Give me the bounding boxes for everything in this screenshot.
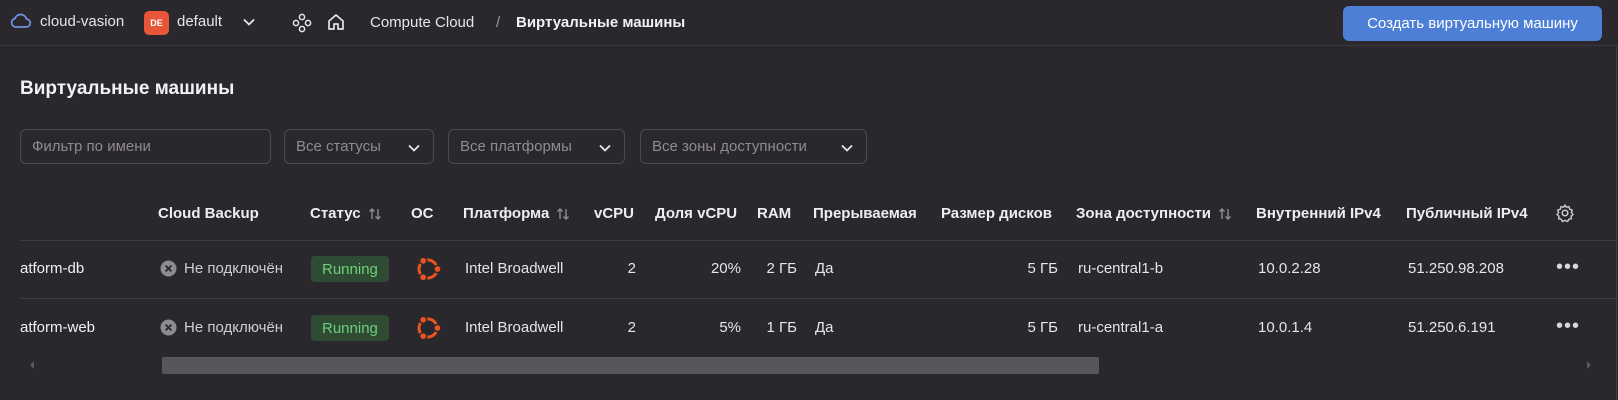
column-header-public-ip: Публичный IPv4 — [1406, 205, 1528, 222]
chevron-down-icon[interactable] — [242, 15, 256, 29]
backup-cell: Не подключён — [160, 319, 283, 336]
row-divider — [20, 298, 1616, 299]
disks-cell: 5 ГБ — [1027, 319, 1058, 336]
zone-filter-select[interactable]: Все зоны доступности — [640, 129, 867, 164]
preemptible-cell: Да — [815, 319, 834, 336]
vcpu-cell: 2 — [627, 319, 636, 336]
ram-cell: 1 ГБ — [766, 319, 797, 336]
column-header-label: Статус — [310, 205, 361, 222]
home-icon[interactable] — [326, 12, 346, 32]
cloud-selector[interactable]: cloud-vasion — [10, 12, 124, 30]
more-actions-button[interactable]: ••• — [1556, 256, 1580, 279]
status-badge: Running — [311, 315, 389, 341]
internal-ip-cell: 10.0.1.4 — [1258, 319, 1313, 336]
backup-status: Не подключён — [184, 319, 284, 336]
sort-icon[interactable] — [1217, 206, 1233, 222]
column-header-internal-ip: Внутренний IPv4 — [1256, 205, 1381, 222]
top-bar: cloud-vasion DE default Compute Cloud / … — [0, 0, 1618, 46]
column-header-preemptible: Прерываемая — [813, 205, 917, 222]
scrollbar-thumb[interactable] — [162, 357, 1099, 374]
column-header-vcpu-share: Доля vCPU — [655, 205, 738, 222]
close-circle-icon — [160, 319, 177, 336]
vcpu-share-cell: 20% — [710, 260, 741, 277]
zone-filter-value: Все зоны доступности — [652, 138, 807, 155]
backup-status: Не подключён — [184, 260, 284, 277]
breadcrumb-separator: / — [496, 14, 501, 31]
scroll-left-icon[interactable] — [28, 360, 36, 370]
column-header-os: ОС — [411, 205, 434, 222]
vcpu-cell: 2 — [627, 260, 636, 277]
column-header-label: Зона доступности — [1076, 205, 1212, 222]
platform-filter-value: Все платформы — [460, 138, 572, 155]
divider — [1616, 46, 1617, 400]
platform-filter-select[interactable]: Все платформы — [448, 129, 625, 164]
name-filter-input[interactable] — [20, 129, 271, 164]
close-circle-icon — [160, 260, 177, 277]
vm-name[interactable]: atform-web — [20, 319, 95, 336]
column-header-status[interactable]: Статус — [310, 205, 383, 222]
public-ip-cell[interactable]: 51.250.6.191 — [1408, 319, 1496, 336]
column-header-disks: Размер дисков — [941, 205, 1052, 222]
vcpu-share-cell: 5% — [719, 319, 741, 336]
breadcrumb-current: Виртуальные машины — [516, 14, 686, 31]
platform-cell: Intel Broadwell — [465, 260, 564, 277]
preemptible-cell: Да — [815, 260, 834, 277]
create-vm-button[interactable]: Создать виртуальную машину — [1343, 6, 1602, 41]
status-badge: Running — [311, 256, 389, 282]
folder-badge: DE — [144, 11, 169, 35]
public-ip-cell[interactable]: 51.250.98.208 — [1408, 260, 1504, 277]
more-actions-button[interactable]: ••• — [1556, 315, 1580, 338]
column-header-ram: RAM — [757, 205, 792, 222]
status-filter-value: Все статусы — [296, 138, 381, 155]
column-header-backup: Cloud Backup — [158, 205, 259, 222]
ubuntu-icon — [417, 256, 442, 282]
cloud-name: cloud-vasion — [40, 12, 125, 30]
ubuntu-icon — [417, 315, 442, 341]
gear-icon[interactable] — [1555, 203, 1575, 223]
backup-cell: Не подключён — [160, 260, 283, 277]
services-icon[interactable] — [292, 13, 312, 33]
folder-name[interactable]: default — [177, 13, 222, 30]
platform-cell: Intel Broadwell — [465, 319, 564, 336]
column-header-zone[interactable]: Зона доступности — [1076, 205, 1233, 222]
sort-icon[interactable] — [367, 206, 383, 222]
chevron-down-icon — [408, 144, 420, 152]
page-title: Виртуальные машины — [20, 78, 235, 99]
column-header-platform[interactable]: Платформа — [463, 205, 571, 222]
chevron-down-icon — [599, 144, 611, 152]
disks-cell: 5 ГБ — [1027, 260, 1058, 277]
column-header-vcpu: vCPU — [594, 205, 635, 222]
column-header-label: Платформа — [463, 205, 550, 222]
zone-cell: ru-central1-b — [1078, 260, 1164, 277]
internal-ip-cell: 10.0.2.28 — [1258, 260, 1321, 277]
breadcrumb-compute-cloud[interactable]: Compute Cloud — [370, 14, 474, 31]
chevron-down-icon — [841, 144, 853, 152]
sort-icon[interactable] — [555, 206, 571, 222]
zone-cell: ru-central1-a — [1078, 319, 1164, 336]
vm-name[interactable]: atform-db — [20, 260, 84, 277]
row-divider — [20, 240, 1616, 241]
ram-cell: 2 ГБ — [766, 260, 797, 277]
cloud-icon — [10, 13, 32, 28]
scroll-right-icon[interactable] — [1585, 360, 1593, 370]
status-filter-select[interactable]: Все статусы — [284, 129, 434, 164]
